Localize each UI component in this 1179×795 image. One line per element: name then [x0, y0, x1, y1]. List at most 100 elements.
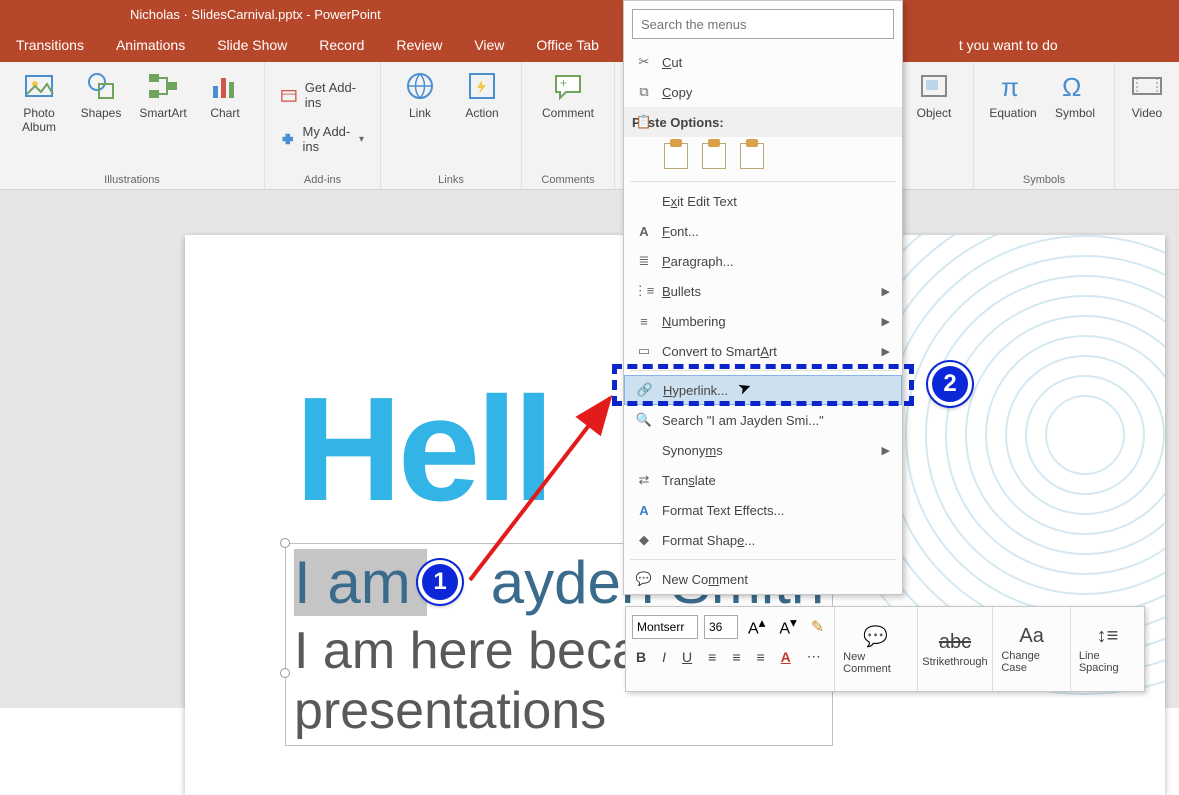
align-right-button[interactable]: ≡: [752, 647, 768, 667]
paragraph-icon: ≣: [632, 253, 656, 269]
group-illustrations: Photo Album Shapes SmartArt Chart Illust…: [0, 62, 265, 189]
format-painter-button[interactable]: ✎: [807, 615, 828, 639]
menu-numbering[interactable]: ≡ Numbering ▶: [624, 306, 902, 336]
menu-search-input[interactable]: [632, 9, 894, 39]
comment-icon: 💬: [632, 571, 656, 587]
menu-bullets[interactable]: ⋮≡ Bullets ▶: [624, 276, 902, 306]
resize-handle[interactable]: [280, 538, 290, 548]
tab-view[interactable]: View: [458, 37, 520, 53]
line-spacing-icon: ↕≡: [1097, 625, 1119, 648]
group-label-illustrations: Illustrations: [10, 174, 254, 189]
mini-line-spacing-button[interactable]: ↕≡ Line Spacing: [1070, 607, 1144, 691]
video-button[interactable]: Video: [1125, 68, 1169, 122]
bullets-icon: ⋮≡: [632, 283, 656, 299]
format-text-icon: A: [632, 503, 656, 518]
tab-review[interactable]: Review: [380, 37, 458, 53]
submenu-arrow-icon: ▶: [882, 285, 890, 298]
tab-transitions[interactable]: Transitions: [0, 37, 100, 53]
context-menu: ✂ Cut ⧉ Copy 📋 Paste Options: Exit Edit …: [623, 0, 903, 595]
ribbon-tabs: Transitions Animations Slide Show Record…: [0, 28, 1179, 62]
paste-text-only-icon[interactable]: [740, 143, 764, 169]
mini-new-comment-button[interactable]: 💬 New Comment: [834, 607, 916, 691]
object-button[interactable]: Object: [905, 68, 963, 122]
symbol-icon: Ω: [1059, 70, 1091, 102]
addins-icon: [281, 130, 295, 148]
mini-strikethrough-button[interactable]: abc Strikethrough: [917, 607, 993, 691]
submenu-arrow-icon: ▶: [882, 444, 890, 457]
decrease-font-button[interactable]: A▾: [775, 613, 800, 640]
numbering-icon: ≡: [632, 314, 656, 329]
get-addins-button[interactable]: Get Add-ins: [275, 76, 370, 114]
bold-button[interactable]: B: [632, 647, 650, 667]
symbol-button[interactable]: Ω Symbol: [1046, 68, 1104, 122]
svg-text:π: π: [1001, 72, 1019, 102]
menu-convert-smartart[interactable]: ▭ Convert to SmartArt ▶: [624, 336, 902, 366]
increase-font-button[interactable]: A▴: [744, 613, 769, 640]
menu-search-web[interactable]: 🔍 Search "I am Jayden Smi...": [624, 405, 902, 435]
comment-icon: +: [552, 70, 584, 102]
tab-record[interactable]: Record: [303, 37, 380, 53]
font-name-input[interactable]: [632, 615, 698, 639]
link-button[interactable]: Link: [391, 68, 449, 122]
menu-translate[interactable]: ⇄ Translate: [624, 465, 902, 495]
equation-button[interactable]: π Equation: [984, 68, 1042, 122]
menu-font[interactable]: A Font...: [624, 216, 902, 246]
paste-option-icons: [624, 137, 902, 177]
group-label-addins: Add-ins: [275, 174, 370, 189]
paste-keep-source-icon[interactable]: [664, 143, 688, 169]
align-center-button[interactable]: ≡: [728, 647, 744, 667]
font-size-input[interactable]: [704, 615, 738, 639]
photo-album-button[interactable]: Photo Album: [10, 68, 68, 136]
underline-button[interactable]: U: [678, 647, 696, 667]
resize-handle[interactable]: [280, 668, 290, 678]
separator: [630, 181, 896, 182]
document-title: Nicholas · SlidesCarnival.pptx - PowerPo…: [130, 7, 381, 22]
italic-button[interactable]: I: [658, 647, 670, 667]
menu-synonyms[interactable]: Synonyms ▶: [624, 435, 902, 465]
submenu-arrow-icon: ▶: [882, 345, 890, 358]
chart-button[interactable]: Chart: [196, 68, 254, 122]
menu-new-comment[interactable]: 💬 New Comment: [624, 564, 902, 594]
comment-icon: 💬: [863, 624, 888, 649]
menu-cut[interactable]: ✂ Cut: [624, 47, 902, 77]
svg-text:Ω: Ω: [1062, 72, 1081, 102]
menu-paragraph[interactable]: ≣ Paragraph...: [624, 246, 902, 276]
menu-format-shape[interactable]: ◆ Format Shape...: [624, 525, 902, 555]
menu-search: [632, 9, 894, 39]
tell-me[interactable]: t you want to do: [943, 37, 1074, 53]
tab-slideshow[interactable]: Slide Show: [201, 37, 303, 53]
photo-album-icon: [23, 70, 55, 102]
separator: [630, 370, 896, 371]
group-media: Video: [1115, 62, 1179, 189]
paste-merge-icon[interactable]: [702, 143, 726, 169]
annotation-badge-1: 1: [418, 560, 462, 604]
comment-button[interactable]: + Comment: [532, 68, 604, 122]
mini-toolbar: A▴ A▾ ✎ B I U ≡ ≡ ≡ A ⋯ 💬 New Comment ab…: [625, 606, 1145, 692]
video-icon: [1131, 70, 1163, 102]
shapes-icon: [85, 70, 117, 102]
hyperlink-icon: 🔗: [633, 382, 657, 398]
format-shape-icon: ◆: [632, 532, 656, 548]
translate-icon: ⇄: [632, 472, 656, 488]
menu-hyperlink[interactable]: 🔗 Hyperlink...: [624, 375, 902, 405]
action-button[interactable]: Action: [453, 68, 511, 122]
menu-exit-edit[interactable]: Exit Edit Text: [624, 186, 902, 216]
svg-text:+: +: [560, 76, 567, 90]
group-addins: Get Add-ins My Add-ins ▾ Add-ins: [265, 62, 381, 189]
tab-officetab[interactable]: Office Tab: [520, 37, 615, 53]
group-label-symbols: Symbols: [984, 174, 1104, 189]
separator: [630, 559, 896, 560]
smartart-icon: ▭: [632, 343, 656, 359]
menu-copy[interactable]: ⧉ Copy: [624, 77, 902, 107]
my-addins-button[interactable]: My Add-ins ▾: [275, 120, 370, 158]
smartart-button[interactable]: SmartArt: [134, 68, 192, 122]
mini-change-case-button[interactable]: Aa Change Case: [992, 607, 1069, 691]
tab-animations[interactable]: Animations: [100, 37, 201, 53]
font-color-button[interactable]: A: [777, 647, 795, 667]
menu-format-text[interactable]: A Format Text Effects...: [624, 495, 902, 525]
align-left-button[interactable]: ≡: [704, 647, 720, 667]
more-button[interactable]: ⋯: [803, 646, 825, 667]
menu-paste-options: 📋 Paste Options:: [624, 107, 902, 137]
slide-title[interactable]: Hell: [295, 365, 550, 535]
shapes-button[interactable]: Shapes: [72, 68, 130, 122]
